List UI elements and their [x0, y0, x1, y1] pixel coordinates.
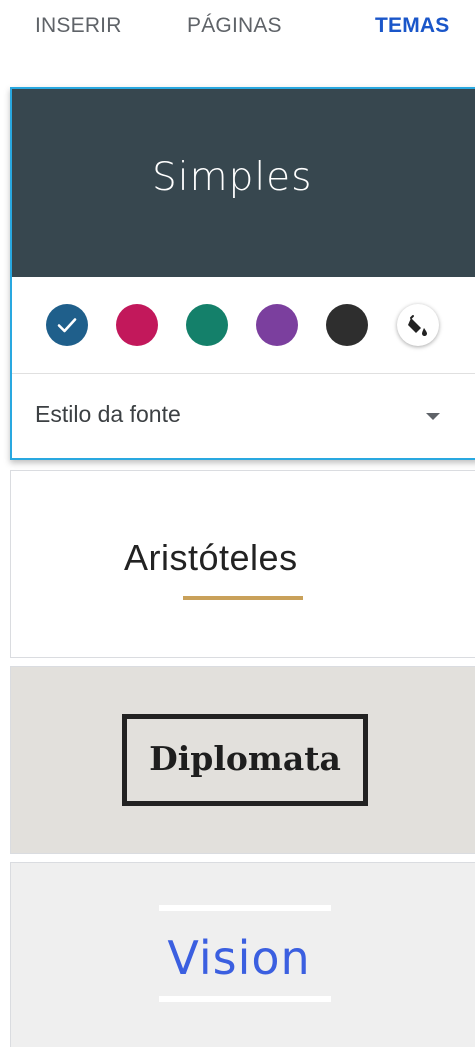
color-swatch-blue[interactable]: [46, 304, 88, 346]
font-style-label: Estilo da fonte: [35, 401, 181, 427]
theme-card-diplomata[interactable]: Diplomata: [10, 666, 475, 854]
theme-name-aristoteles: Aristóteles: [124, 537, 298, 578]
color-swatch-purple[interactable]: [256, 304, 298, 346]
font-style-dropdown[interactable]: Estilo da fonte: [12, 374, 475, 458]
tab-paginas[interactable]: PÁGINAS: [187, 14, 282, 38]
theme-name-simples: Simples: [152, 155, 313, 200]
theme-top-rule: [159, 905, 331, 911]
theme-card-vision[interactable]: Vision: [10, 862, 475, 1047]
theme-card-aristoteles[interactable]: Aristóteles: [10, 470, 475, 658]
tab-inserir[interactable]: INSERIR: [35, 14, 122, 38]
page: INSERIR PÁGINAS TEMAS Simples Estilo da …: [0, 0, 475, 1047]
tab-temas[interactable]: TEMAS: [375, 14, 450, 38]
color-swatch-row: [12, 277, 475, 374]
color-swatch-green[interactable]: [186, 304, 228, 346]
theme-accent-rule: [183, 596, 303, 600]
custom-color-button[interactable]: [397, 304, 439, 346]
color-swatch-black[interactable]: [326, 304, 368, 346]
color-swatch-magenta[interactable]: [116, 304, 158, 346]
theme-title-frame: Diplomata: [122, 714, 368, 806]
theme-preview-simples[interactable]: Simples: [12, 89, 475, 277]
paint-bucket-icon: [408, 315, 427, 336]
theme-name-diplomata: Diplomata: [149, 739, 341, 778]
theme-card-simples[interactable]: Simples Estilo da fonte: [10, 87, 475, 460]
checkmark-icon: [57, 318, 77, 333]
theme-bottom-rule: [159, 996, 331, 1002]
dropdown-arrow-icon: [426, 413, 440, 420]
theme-name-vision: Vision: [167, 931, 311, 985]
